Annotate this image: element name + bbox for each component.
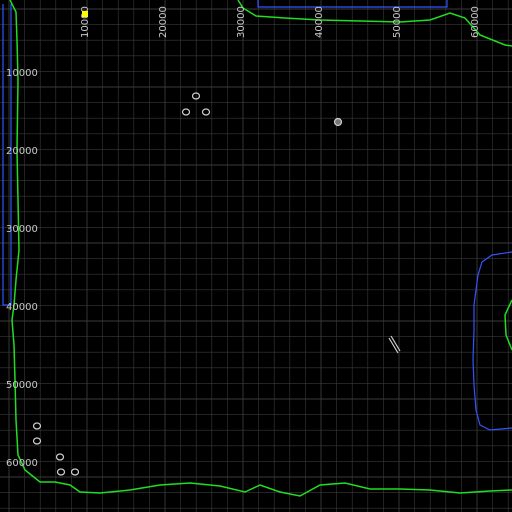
- x-axis-labels: 10000 20000 30000 40000 50000 60000: [80, 6, 481, 38]
- map-viewport[interactable]: 10000 20000 30000 40000 50000 60000 10000 2000…: [0, 0, 512, 512]
- grid-lines: [0, 0, 512, 512]
- x-tick-label: 60000: [470, 6, 481, 38]
- main-outline: [9, 0, 512, 497]
- object-ring: [70, 468, 80, 476]
- x-tick-label: 50000: [392, 6, 403, 38]
- y-tick-label: 10000: [6, 68, 38, 79]
- x-tick-label: 10000: [80, 6, 91, 38]
- object-ring: [32, 437, 42, 445]
- y-tick-label: 60000: [6, 458, 38, 469]
- map-objects: [32, 92, 401, 476]
- origin-marker[interactable]: [82, 11, 88, 17]
- y-tick-label: 50000: [6, 380, 38, 391]
- object-ring: [56, 468, 66, 476]
- object-ring: [32, 422, 42, 430]
- blue-boundaries: [2, 0, 512, 431]
- x-tick-label: 30000: [236, 6, 247, 38]
- green-outline: [9, 0, 512, 497]
- map-canvas[interactable]: 10000 20000 30000 40000 50000 60000 10000 2000…: [0, 0, 512, 512]
- x-tick-label: 40000: [314, 6, 325, 38]
- y-tick-label: 20000: [6, 146, 38, 157]
- x-tick-label: 20000: [158, 6, 169, 38]
- y-tick-label: 30000: [6, 224, 38, 235]
- object-ring: [201, 108, 211, 116]
- object-ring: [55, 453, 65, 461]
- y-tick-label: 40000: [6, 302, 38, 313]
- object-ring: [181, 108, 191, 116]
- object-ring-filled: [333, 117, 343, 127]
